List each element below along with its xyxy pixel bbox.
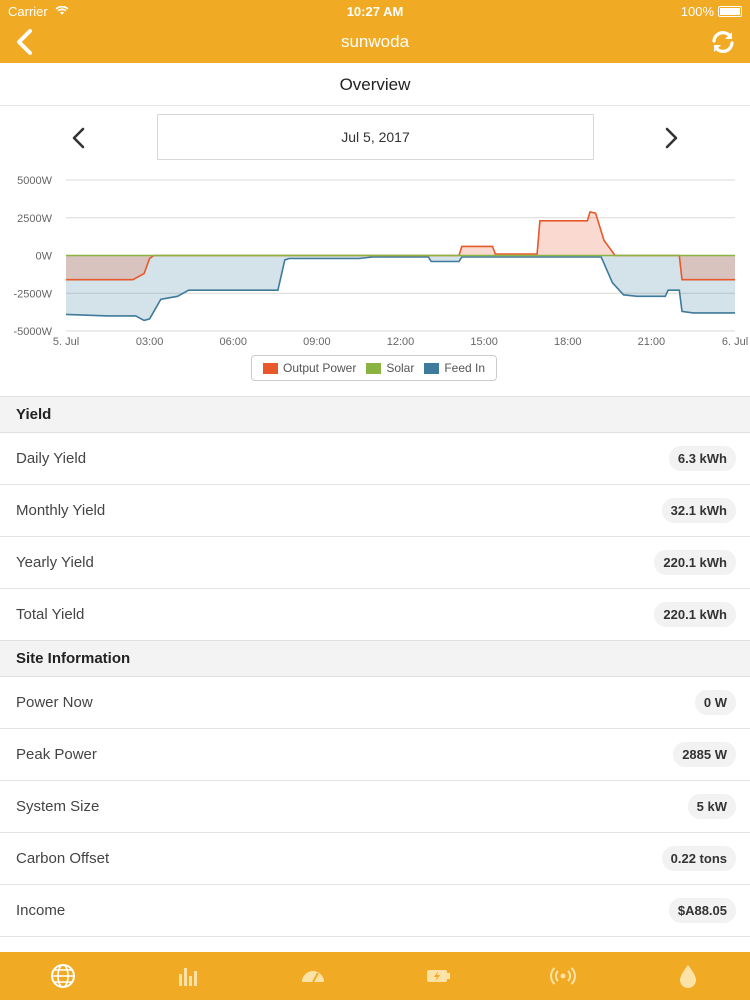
legend-solar[interactable]: Solar [366, 361, 414, 375]
row-value: 6.3 kWh [668, 446, 736, 471]
app-title: sunwoda [340, 32, 410, 51]
tab-battery[interactable] [375, 952, 500, 1000]
row-label: Carbon Offset [16, 850, 110, 867]
chart-legend: Output Power Solar Feed In [251, 355, 497, 381]
water-drop-icon [679, 965, 696, 988]
status-bar: Carrier 10:27 AM 100% [0, 0, 750, 22]
yield-row-daily: Daily Yield 6.3 kWh [0, 433, 750, 485]
legend-swatch-feedin [424, 362, 440, 374]
x-tick-label: 21:00 [638, 336, 666, 348]
y-tick-label: 0W [36, 251, 53, 263]
top-bar: Carrier 10:27 AM 100% sunwoda [0, 0, 750, 63]
legend-label-output: Output Power [282, 361, 357, 375]
nav-bar: sunwoda [0, 22, 750, 63]
x-tick-label: 09:00 [303, 336, 331, 348]
row-label: Income [16, 902, 66, 919]
x-tick-label: 03:00 [136, 336, 164, 348]
row-label: Yearly Yield [16, 554, 94, 571]
row-label: Monthly Yield [16, 502, 106, 519]
tab-bar [0, 952, 750, 1000]
legend-output-power[interactable]: Output Power [262, 361, 357, 375]
legend-swatch-output [262, 362, 278, 374]
date-picker[interactable]: Jul 5, 2017 [157, 114, 594, 160]
refresh-icon [712, 31, 734, 53]
row-value: 0.22 tons [661, 846, 736, 871]
y-tick-label: -5000W [13, 326, 52, 338]
tab-broadcast[interactable] [500, 952, 625, 1000]
yield-row-monthly: Monthly Yield 32.1 kWh [0, 485, 750, 537]
site-row-power-now: Power Now 0 W [0, 677, 750, 729]
x-tick-label: 12:00 [387, 336, 415, 348]
battery-icon [718, 6, 742, 17]
legend-swatch-solar [366, 362, 382, 374]
x-tick-label: 06:00 [219, 336, 247, 348]
x-tick-label: 5. Jul [53, 336, 79, 348]
y-tick-label: 5000W [17, 175, 52, 187]
site-row-peak-power: Peak Power 2885 W [0, 729, 750, 781]
row-label: Daily Yield [16, 450, 87, 467]
next-day-button[interactable] [657, 124, 685, 152]
previous-day-button[interactable] [65, 124, 93, 152]
yield-row-total: Total Yield 220.1 kWh [0, 589, 750, 641]
refresh-button[interactable] [708, 27, 738, 57]
site-row-income: Income $A88.05 [0, 885, 750, 937]
y-tick-label: -2500W [13, 288, 52, 300]
gauge-icon [301, 971, 324, 983]
row-label: Total Yield [16, 606, 85, 623]
tab-consumption[interactable] [625, 952, 750, 1000]
battery-charge-icon [426, 970, 450, 982]
site-row-system-size: System Size 5 kW [0, 781, 750, 833]
site-row-carbon-offset: Carbon Offset 0.22 tons [0, 833, 750, 885]
row-value: 2885 W [673, 742, 736, 767]
row-value: 220.1 kWh [654, 602, 736, 627]
x-tick-label: 6. Jul [722, 336, 748, 348]
y-tick-label: 2500W [17, 213, 52, 225]
row-value: 32.1 kWh [661, 498, 736, 523]
series-area-2 [66, 255, 735, 321]
row-value: 0 W [694, 690, 736, 715]
chevron-left-icon [72, 127, 85, 149]
row-label: System Size [16, 798, 100, 815]
row-label: Power Now [16, 694, 93, 711]
battery-status: 100% [681, 4, 742, 19]
x-tick-label: 15:00 [470, 336, 498, 348]
legend-label-solar: Solar [386, 361, 415, 375]
row-value: 220.1 kWh [654, 550, 736, 575]
x-tick-label: 18:00 [554, 336, 582, 348]
tab-statistics[interactable] [125, 952, 250, 1000]
legend-label-feedin: Feed In [444, 361, 486, 375]
row-value: 5 kW [687, 794, 736, 819]
globe-icon [50, 964, 75, 988]
row-value: $A88.05 [668, 898, 736, 923]
overview-header: Overview [0, 63, 750, 106]
row-label: Peak Power [16, 746, 97, 763]
overview-title: Overview [339, 75, 411, 94]
yield-row-yearly: Yearly Yield 220.1 kWh [0, 537, 750, 589]
clock: 10:27 AM [346, 4, 404, 19]
tab-devices[interactable] [250, 952, 375, 1000]
broadcast-icon [549, 967, 576, 985]
bar-chart-icon [178, 968, 197, 986]
legend-feed-in[interactable]: Feed In [424, 361, 485, 375]
yield-section-header: Yield [0, 396, 750, 433]
battery-percent: 100% [680, 4, 714, 19]
tab-overview[interactable] [0, 952, 125, 1000]
site-section-header: Site Information [0, 640, 750, 677]
chevron-right-icon [665, 127, 678, 149]
